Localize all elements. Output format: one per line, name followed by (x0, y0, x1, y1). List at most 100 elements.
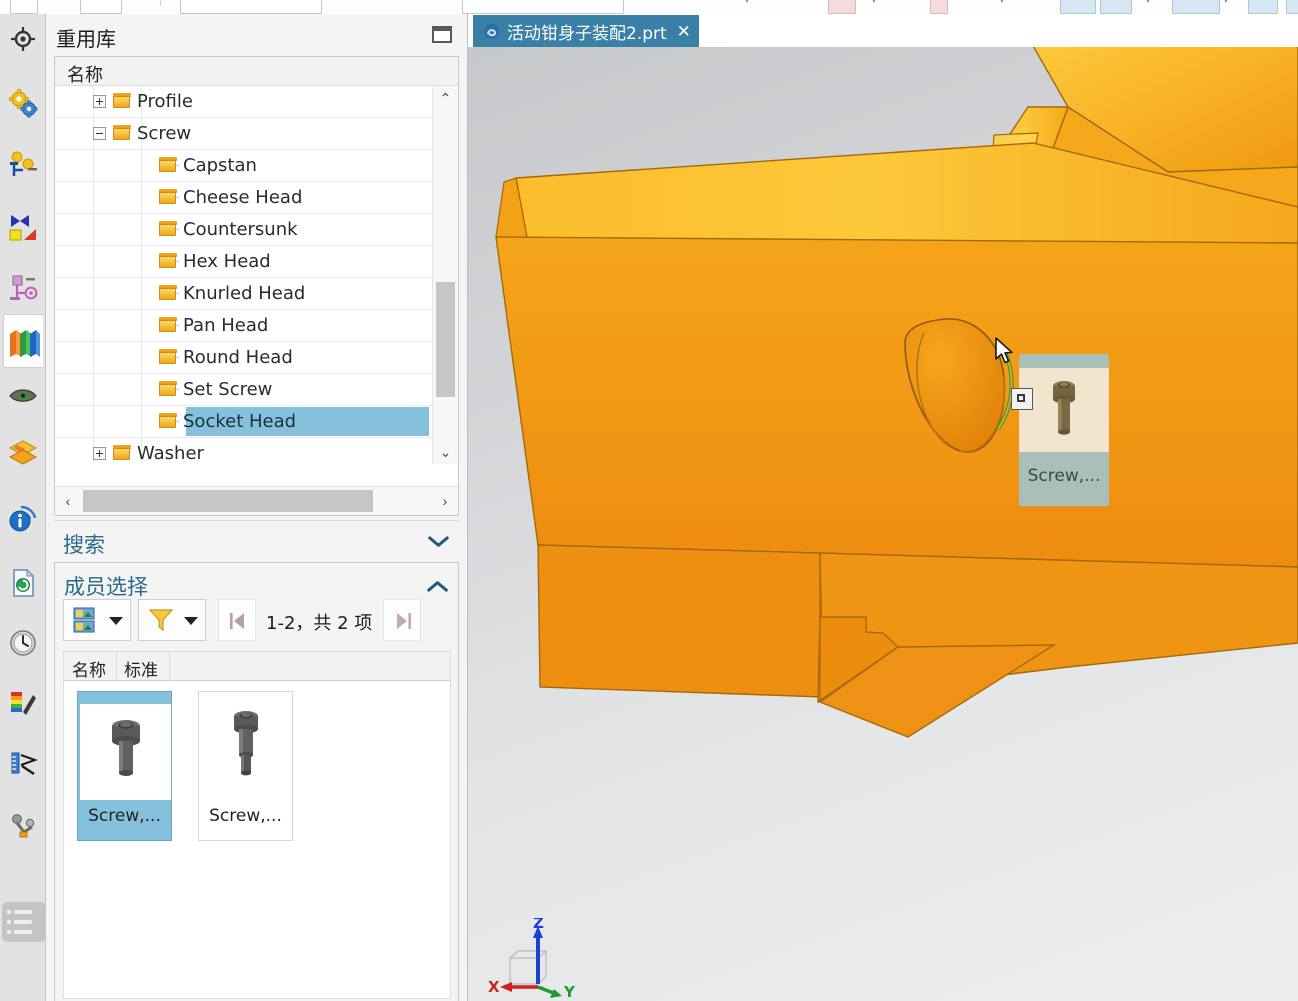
ribbon-chevron-3[interactable]: ▾ (1000, 0, 1004, 5)
sidebar-item-assembly-constraint[interactable] (3, 144, 42, 186)
scroll-left-icon[interactable]: ‹ (55, 487, 81, 515)
sidebar-item-visibility[interactable] (3, 374, 42, 416)
list-menu-icon[interactable] (2, 902, 46, 942)
expand-icon[interactable] (93, 447, 106, 460)
sidebar-item-target[interactable] (3, 18, 42, 60)
tree-horizontal-scrollbar[interactable]: ‹ › (55, 486, 458, 515)
ribbon-chevron-2[interactable]: ▾ (872, 0, 876, 5)
ribbon-button-7[interactable] (1172, 0, 1220, 14)
sidebar-item-information[interactable] (3, 498, 42, 540)
3d-canvas[interactable]: Screw,... Z X Y (468, 47, 1298, 1001)
information-icon (9, 505, 36, 532)
gears-icon (8, 89, 37, 118)
tree-hscroll-thumb[interactable] (83, 490, 373, 512)
collapse-icon[interactable] (93, 127, 106, 140)
scroll-up-icon[interactable]: ⌃ (433, 86, 458, 110)
member-column-divider-1[interactable] (116, 652, 117, 680)
view-mode-caret-icon[interactable] (109, 617, 123, 625)
filter-caret-icon[interactable] (184, 617, 198, 625)
close-icon[interactable]: ✕ (677, 23, 691, 40)
tree-item-screw[interactable]: Screw (55, 118, 458, 150)
list-item[interactable]: Screw,... (198, 691, 293, 841)
ribbon-field-1[interactable] (180, 0, 322, 14)
sidebar-item-component-group[interactable] (3, 268, 42, 310)
tree-item-capstan[interactable]: Capstan (55, 150, 458, 182)
tree-item-washer[interactable]: Washer (55, 438, 458, 464)
folder-icon (159, 413, 177, 428)
folder-icon (159, 189, 177, 204)
tree-item-label: Set Screw (183, 379, 273, 400)
document-tab[interactable]: 活动钳身子装配2.prt ✕ (473, 15, 699, 47)
assembly-constraint-icon (9, 151, 37, 176)
ribbon-chevron-1[interactable]: ▾ (745, 0, 749, 5)
tree-guide-line (93, 374, 94, 406)
tree-guide-line (93, 310, 94, 342)
sidebar-item-history[interactable] (3, 622, 42, 664)
list-item[interactable]: Screw,... (77, 691, 172, 841)
mechanism-icon (11, 814, 34, 838)
tree-item-pan-head[interactable]: Pan Head (55, 310, 458, 342)
sidebar-item-document-refresh[interactable] (3, 562, 42, 604)
ribbon-button-4[interactable] (930, 0, 948, 14)
ribbon-button-9[interactable] (1286, 0, 1298, 14)
ribbon-chevron-5[interactable]: ▾ (1224, 0, 1228, 5)
tree-vertical-scrollbar[interactable]: ⌃ ⌄ (432, 86, 458, 464)
first-page-button[interactable] (218, 599, 256, 641)
page-info-label: 1-2，共 2 项 (266, 613, 373, 634)
panel-maximize-button[interactable] (432, 26, 452, 43)
view-mode-button[interactable] (63, 599, 131, 641)
member-item-label: Screw,... (88, 806, 161, 826)
ribbon-button-3[interactable] (828, 0, 856, 14)
sidebar-item-measure[interactable] (3, 742, 42, 784)
ribbon-chevron-4[interactable]: ▾ (1146, 0, 1150, 5)
document-refresh-icon (12, 568, 34, 597)
tree-item-countersunk[interactable]: Countersunk (55, 214, 458, 246)
tree-item-label: Socket Head (183, 411, 297, 432)
tree-column-header: 名称 (55, 57, 458, 86)
ribbon-button-8[interactable] (1248, 0, 1278, 14)
ribbon-field-2[interactable] (462, 0, 624, 14)
sidebar-item-mirror-assembly[interactable] (3, 206, 42, 248)
sidebar-item-reuse-library[interactable] (3, 314, 43, 368)
tree-item-knurled-head[interactable]: Knurled Head (55, 278, 458, 310)
sidebar-item-mechanism[interactable] (3, 804, 42, 846)
tree-item-cheese-head[interactable]: Cheese Head (55, 182, 458, 214)
sidebar-bottom-group (0, 894, 46, 949)
sidebar-item-gears[interactable] (3, 82, 42, 124)
tree-item-round-head[interactable]: Round Head (55, 342, 458, 374)
tree-item-profile[interactable]: Profile (55, 86, 458, 118)
tree-item-set-screw[interactable]: Set Screw (55, 374, 458, 406)
folder-icon (159, 381, 177, 396)
scroll-down-icon[interactable]: ⌄ (433, 440, 458, 464)
tree-item-label: Cheese Head (183, 187, 303, 208)
filter-button[interactable] (138, 599, 206, 641)
tree-item-hex-head[interactable]: Hex Head (55, 246, 458, 278)
tree-guide-line (93, 150, 94, 182)
ribbon-button-5[interactable] (1060, 0, 1096, 14)
chevron-up-icon[interactable] (426, 575, 449, 595)
member-column-divider-2[interactable] (169, 652, 170, 680)
member-column-standard[interactable]: 标准 (124, 656, 158, 681)
sidebar-item-layers[interactable] (3, 432, 42, 474)
sidebar-item-palette[interactable] (3, 682, 42, 724)
ribbon-button-6[interactable] (1100, 0, 1132, 14)
tree-guide-line (141, 246, 142, 278)
tree-guide-line (93, 246, 94, 278)
first-page-icon (230, 613, 244, 629)
axis-label-y: Y (563, 983, 576, 998)
tree-item-label: Washer (137, 443, 204, 464)
tree-vscroll-thumb[interactable] (436, 282, 455, 397)
tree-item-socket-head[interactable]: Socket Head (55, 406, 458, 438)
ribbon-button-2[interactable] (80, 0, 122, 14)
chevron-down-icon[interactable] (427, 533, 450, 553)
last-page-button[interactable] (383, 599, 421, 641)
reuse-library-icon (9, 330, 40, 357)
search-section-header[interactable]: 搜索 (54, 521, 459, 565)
expand-icon[interactable] (93, 95, 106, 108)
ribbon-strip-clipped: ▾ ▾ ▾ ▾ ▾ (0, 0, 1298, 15)
scroll-right-icon[interactable]: › (432, 487, 458, 515)
ribbon-button-1[interactable] (10, 0, 38, 14)
thumbnail-view-icon (73, 607, 95, 633)
coordinate-triad: Z X Y (488, 918, 576, 998)
member-column-name[interactable]: 名称 (72, 656, 106, 681)
